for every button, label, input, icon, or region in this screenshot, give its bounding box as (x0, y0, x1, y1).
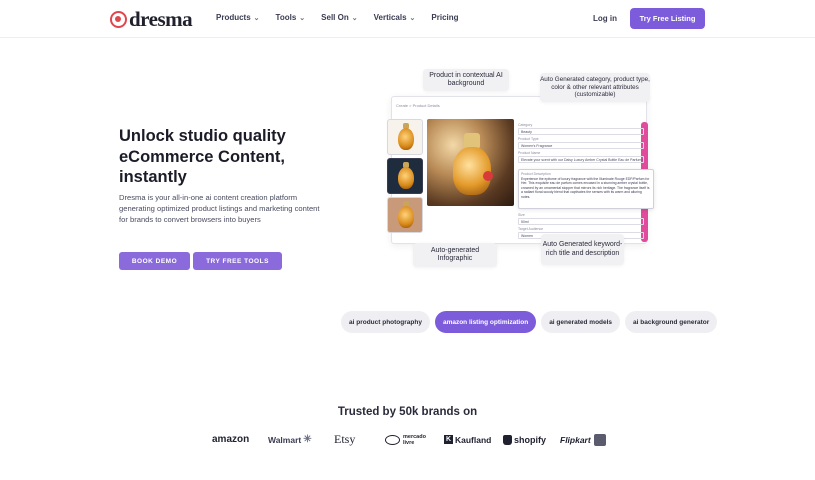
chevron-down-icon: ⌄ (351, 14, 358, 22)
page: dresma Products ⌄ Tools ⌄ Sell On ⌄ Vertica… (0, 0, 815, 480)
callout-keyword-title: Auto Generated keyword-rich title and de… (541, 234, 624, 265)
category-field[interactable]: Beauty (518, 128, 644, 135)
flipkart-logo: Flipkart (560, 433, 610, 446)
mercado-livre-logo: mercado livre (385, 434, 444, 446)
thumbnail-1[interactable] (387, 119, 423, 155)
feature-tabs: ai product photography amazon listing op… (341, 311, 718, 333)
kaufland-logo: K Kaufland (444, 435, 503, 445)
mercado-livre-wordmark: mercado livre (403, 433, 426, 446)
chevron-down-icon: ⌄ (253, 14, 260, 22)
field-label: Product Name (518, 151, 541, 155)
etsy-logo: Etsy (334, 432, 356, 446)
field-label: Product Type (518, 137, 539, 141)
walmart-logo: Walmart ✳ (268, 434, 334, 445)
product-type-field[interactable]: Women's Fragrance (518, 142, 644, 149)
size-field[interactable]: 50ml (518, 218, 644, 225)
walmart-wordmark: Walmart (268, 434, 302, 445)
callout-infographic: Auto-generated Infographic (413, 243, 497, 267)
hero-title: Unlock studio quality eCommerce Content,… (119, 127, 286, 186)
site-header: dresma Products ⌄ Tools ⌄ Sell On ⌄ Vertica… (0, 0, 815, 38)
logo-text: dresma (129, 7, 193, 31)
gem-shape (483, 171, 493, 181)
thumbnail-3[interactable] (387, 197, 423, 233)
nav-pricing[interactable]: Pricing (431, 13, 458, 22)
nav-sell-on[interactable]: Sell On ⌄ (321, 13, 357, 22)
hero-description: Dresma is your all-in-one ai content cre… (119, 193, 320, 224)
nav-pricing-label: Pricing (431, 13, 459, 22)
flipkart-wordmark: Flipkart (560, 434, 591, 445)
shopify-logo: shopify (503, 434, 560, 445)
kaufland-icon: K (444, 435, 453, 444)
tab-amazon-listing-optimization[interactable]: amazon listing optimization (434, 311, 537, 333)
field-label: Target Audience (518, 227, 544, 231)
nav-products[interactable]: Products ⌄ (216, 13, 260, 22)
amazon-logo: amazon (212, 434, 250, 445)
tab-ai-background-generator[interactable]: ai background generator (625, 311, 718, 333)
shopping-bag-icon (503, 434, 512, 445)
flipkart-bag-icon (593, 433, 606, 446)
nav-verticals-label: Verticals (373, 13, 407, 22)
tab-ai-generated-models[interactable]: ai generated models (541, 311, 621, 333)
thumbnail-2[interactable] (387, 158, 423, 194)
nav-tools-label: Tools (275, 13, 297, 22)
perfume-bottle-image (398, 128, 414, 150)
nav-verticals[interactable]: Verticals ⌄ (374, 13, 416, 22)
perfume-bottle-image (398, 167, 414, 189)
tab-ai-product-photography[interactable]: ai product photography (341, 311, 430, 333)
field-label: Size (518, 213, 525, 217)
product-description-field[interactable]: Product Description Experience the epito… (518, 169, 654, 209)
nav-products-label: Products (216, 13, 251, 22)
trusted-heading: Trusted by 50k brands on (337, 406, 478, 418)
description-text: Experience the epitome of luxury fragran… (521, 176, 650, 199)
spark-icon: ✳ (303, 434, 312, 445)
product-form: Category Beauty Product Type Women's Fra… (518, 121, 644, 163)
login-link[interactable]: Log in (593, 14, 617, 23)
nav-sell-on-label: Sell On (321, 13, 349, 22)
perfume-bottle-image (398, 206, 414, 228)
field-label: Category (518, 123, 533, 127)
main-nav: Products ⌄ Tools ⌄ Sell On ⌄ Verticals ⌄ Pri… (216, 13, 459, 22)
logo-mark-icon (110, 11, 127, 28)
kaufland-wordmark: Kaufland (455, 434, 492, 445)
callout-contextual-background: Product in contextual AI background (423, 69, 509, 91)
main-product-image (427, 119, 514, 206)
brand-logos: amazon Walmart ✳ Etsy mercado livre K Kauf… (212, 432, 610, 447)
shopify-wordmark: shopify (514, 434, 547, 445)
mockup-breadcrumb: Create > Product Details (396, 103, 440, 108)
try-free-tools-button[interactable]: TRY FREE TOOLS (193, 252, 282, 270)
chevron-down-icon: ⌄ (409, 14, 416, 22)
nav-tools[interactable]: Tools ⌄ (276, 13, 306, 22)
product-name-field[interactable]: Elevate your scent with our Daisy Luxury… (518, 156, 644, 163)
callout-category-attributes: Auto Generated category, product type, c… (540, 73, 650, 102)
book-demo-button[interactable]: BOOK DEMO (119, 252, 190, 270)
try-free-listing-button[interactable]: Try Free Listing (630, 8, 705, 29)
chevron-down-icon: ⌄ (299, 14, 306, 22)
logo[interactable]: dresma (110, 7, 193, 32)
handshake-icon (385, 434, 400, 445)
